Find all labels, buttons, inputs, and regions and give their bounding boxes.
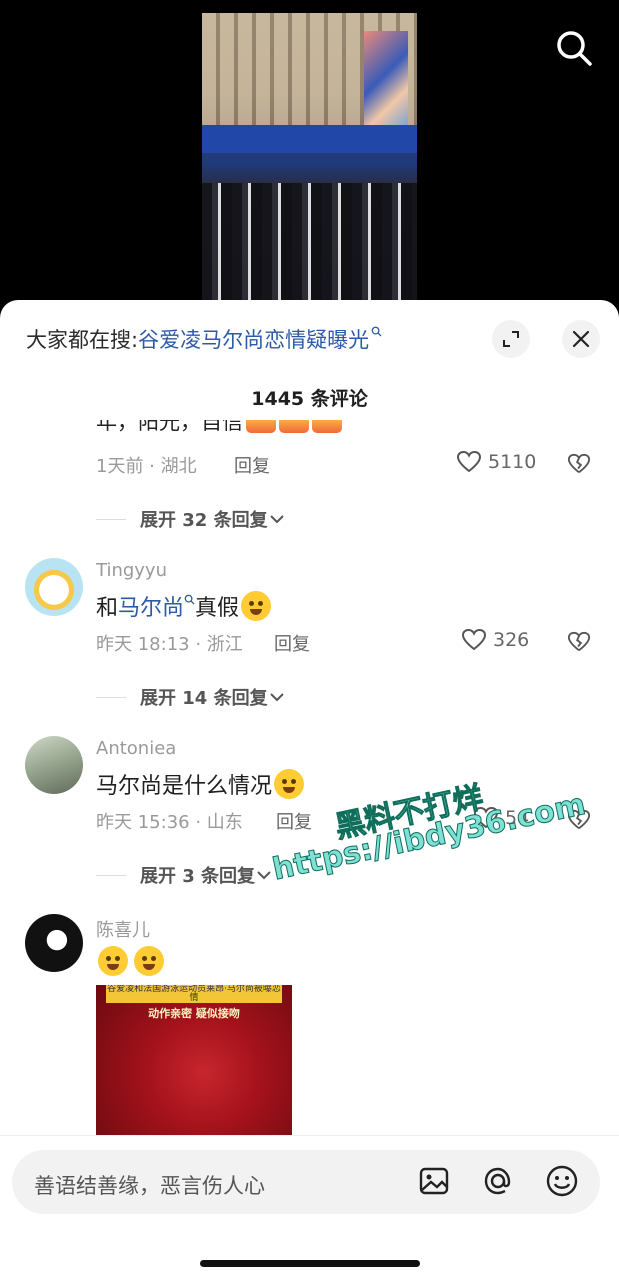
comment-input-placeholder: 善语结善缘，恶言伤人心	[34, 1174, 265, 1198]
comment-text-body: 马尔尚是什么情况	[96, 774, 273, 799]
username[interactable]: Tingyyu	[96, 560, 167, 581]
fire-emoji	[312, 420, 342, 433]
comment-text: 马尔尚是什么情况	[96, 768, 305, 800]
fire-emoji	[279, 420, 309, 433]
expand-replies[interactable]: 展开 32 条回复	[96, 506, 286, 532]
reply-button[interactable]: 回复	[274, 630, 310, 656]
reply-button[interactable]: 回复	[276, 808, 312, 834]
at-icon[interactable]	[480, 1163, 516, 1199]
like-button[interactable]: 326	[461, 628, 529, 652]
comment-link[interactable]: 马尔尚	[118, 590, 184, 622]
divider-line	[96, 874, 126, 876]
comment-text: 年，阳光，自信	[96, 420, 243, 434]
comment-text-suffix: 真假	[195, 596, 240, 621]
comment-input[interactable]: 善语结善缘，恶言伤人心	[12, 1150, 600, 1214]
video-crowd	[202, 183, 417, 301]
expand-icon	[503, 331, 519, 347]
comment-text-prefix: 和	[96, 596, 119, 621]
search-small-icon	[371, 326, 382, 337]
image-caption: 动作亲密 疑似接吻	[148, 1007, 240, 1020]
expand-button[interactable]	[492, 320, 530, 358]
pleading-emoji	[241, 591, 272, 621]
video-poster	[364, 31, 408, 131]
divider-line	[96, 518, 126, 520]
comment-text: 和马尔尚 真假	[96, 590, 272, 622]
expand-replies[interactable]: 展开 3 条回复	[96, 862, 273, 888]
heart-icon	[461, 628, 487, 651]
search-button[interactable]	[552, 26, 596, 70]
chevron-down-icon	[269, 515, 284, 524]
expand-replies-label: 展开 32 条回复	[140, 510, 268, 531]
comment-meta: 昨天 18:13 · 浙江	[96, 634, 243, 655]
fire-emoji	[246, 420, 276, 433]
video-stage	[202, 125, 417, 153]
comment-list[interactable]: 年，阳光，自信 1天前 · 湖北 回复 5110 展开 32 条回复 Tingy…	[0, 420, 619, 1140]
image-banner: 谷爱凌和法国游泳运动员莱昂·马尔尚被曝恋情	[106, 985, 282, 1003]
username[interactable]: Antoniea	[96, 738, 176, 759]
chevron-down-icon	[269, 693, 284, 702]
expand-replies[interactable]: 展开 14 条回复	[96, 684, 286, 710]
username[interactable]: 陈喜儿	[96, 916, 150, 942]
like-button[interactable]: 5110	[456, 450, 536, 474]
video-frame[interactable]	[202, 13, 417, 301]
close-icon	[572, 330, 590, 348]
search-small-icon	[184, 594, 195, 605]
trending-search[interactable]: 大家都在搜:谷爱凌马尔尚恋情疑曝光	[26, 324, 382, 354]
like-count: 5110	[488, 451, 537, 473]
expand-replies-label: 展开 14 条回复	[140, 688, 268, 709]
comment-sheet: 大家都在搜:谷爱凌马尔尚恋情疑曝光 1445 条评论 年，阳光，自信 1天前 ·…	[0, 300, 619, 1280]
image-icon[interactable]	[416, 1163, 452, 1199]
reply-button[interactable]: 回复	[234, 452, 270, 478]
comment-count: 1445 条评论	[251, 388, 368, 410]
chevron-down-icon	[257, 871, 271, 880]
flushed-emoji	[274, 769, 305, 799]
avatar[interactable]	[25, 914, 83, 972]
comment-text	[96, 946, 164, 976]
sweat-smile-emoji	[98, 946, 128, 976]
like-count: 326	[493, 629, 530, 651]
comment-input-area: 善语结善缘，恶言伤人心	[0, 1135, 619, 1280]
home-indicator	[200, 1260, 420, 1267]
comment-meta: 昨天 15:36 · 山东	[96, 812, 243, 833]
comment-text-partial: 年，阳光，自信	[96, 420, 342, 436]
close-button[interactable]	[562, 320, 600, 358]
search-icon	[557, 31, 592, 66]
comment-image[interactable]: 谷爱凌和法国游泳运动员莱昂·马尔尚被曝恋情 动作亲密 疑似接吻	[96, 985, 292, 1140]
sheet-header: 大家都在搜:谷爱凌马尔尚恋情疑曝光	[0, 300, 619, 380]
emoji-icon[interactable]	[544, 1163, 580, 1199]
trending-topic[interactable]: 谷爱凌马尔尚恋情疑曝光	[138, 328, 369, 352]
divider-line	[96, 696, 126, 698]
broken-heart-icon[interactable]	[567, 452, 591, 476]
broken-heart-icon[interactable]	[567, 630, 591, 654]
avatar[interactable]	[25, 736, 83, 794]
heart-icon	[456, 450, 482, 473]
video-area	[0, 0, 619, 301]
comment-meta: 1天前 · 湖北	[96, 456, 197, 477]
trending-prefix: 大家都在搜:	[26, 328, 139, 352]
sweat-smile-emoji	[134, 946, 164, 976]
expand-replies-label: 展开 3 条回复	[140, 866, 256, 887]
avatar[interactable]	[25, 558, 83, 616]
